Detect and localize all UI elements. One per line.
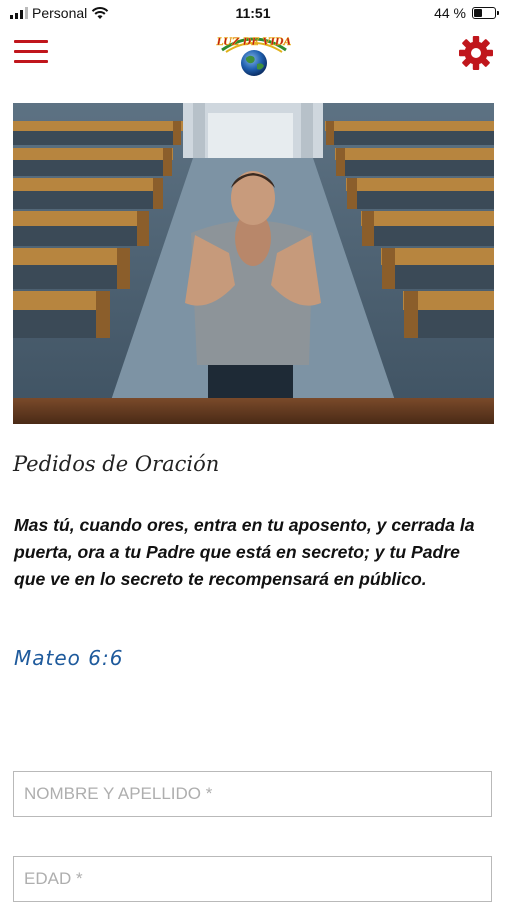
status-bar: Personal 11:51 44 % [0, 0, 506, 26]
hero-image-man-praying [13, 103, 494, 424]
app-header: LUZ DE VIDA [0, 26, 506, 88]
status-right: 44 % [434, 5, 499, 21]
verse-reference: Mateo 6:6 [14, 646, 124, 670]
luz-de-vida-logo[interactable]: LUZ DE VIDA [212, 30, 296, 78]
hamburger-menu-icon[interactable] [14, 40, 48, 66]
age-field [13, 856, 492, 902]
name-input[interactable] [14, 772, 491, 816]
battery-icon [472, 7, 499, 19]
age-input[interactable] [14, 857, 491, 901]
bible-verse: Mas tú, cuando ores, entra en tu aposent… [14, 515, 475, 589]
battery-percent: 44 % [434, 5, 466, 21]
name-field [13, 771, 492, 817]
clock: 11:51 [235, 5, 271, 21]
page-title: Pedidos de Oración [13, 452, 220, 476]
logo-text: LUZ DE VIDA [216, 37, 292, 48]
gear-icon[interactable] [458, 35, 494, 71]
